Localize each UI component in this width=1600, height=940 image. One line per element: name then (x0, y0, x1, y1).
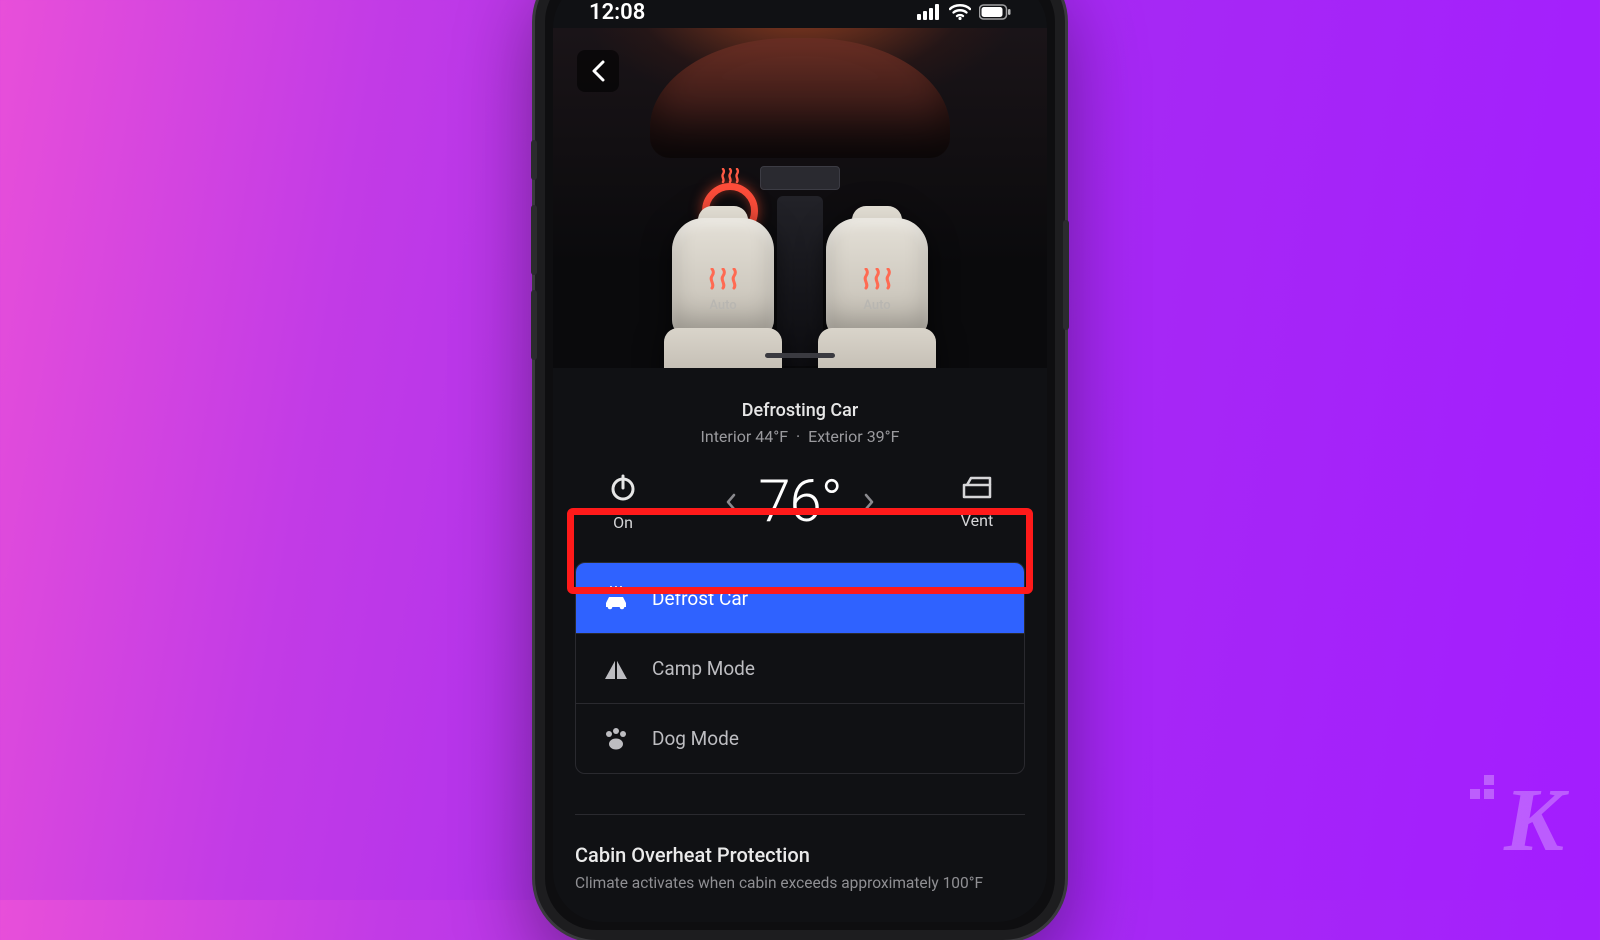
phone-side-button (1063, 220, 1069, 330)
chevron-left-icon (591, 60, 605, 82)
mode-dog[interactable]: Dog Mode (576, 703, 1024, 773)
vent-button[interactable]: Vent (937, 475, 1017, 530)
status-bar: 12:08 (553, 0, 1047, 28)
defrost-icon (602, 585, 630, 611)
cellular-icon (917, 4, 941, 20)
temperature-value[interactable]: 76° (758, 468, 841, 536)
mode-camp[interactable]: Camp Mode (576, 633, 1024, 703)
heat-waves-icon (706, 268, 740, 290)
battery-icon (979, 4, 1011, 20)
drag-handle[interactable] (765, 353, 835, 358)
passenger-seat-heater[interactable]: Auto (818, 218, 936, 368)
chevron-right-icon (863, 493, 875, 511)
phone-side-button (531, 205, 537, 275)
power-label: On (613, 513, 633, 532)
phone-side-button (531, 290, 537, 360)
tent-icon (602, 657, 630, 681)
car-dash-screen (760, 166, 840, 190)
climate-power-toggle[interactable]: On (583, 473, 663, 532)
phone-screen: 12:08 (553, 0, 1047, 922)
seat-mode-label: Auto (709, 298, 736, 313)
exterior-temp: Exterior 39°F (808, 427, 899, 446)
car-roof (650, 38, 950, 158)
driver-seat-heater[interactable]: Auto (664, 218, 782, 368)
phone-side-button (531, 140, 537, 180)
car-visualization[interactable]: Auto Auto (553, 28, 1047, 368)
watermark-logo: K (1504, 769, 1560, 872)
temperature-control: 76° (718, 468, 881, 536)
cabin-overheat-section: Cabin Overheat Protection Climate activa… (575, 814, 1025, 893)
status-time: 12:08 (589, 0, 645, 25)
separator-dot: · (796, 427, 800, 446)
chevron-left-icon (725, 493, 737, 511)
interior-temp: Interior 44°F (701, 427, 789, 446)
temp-increase-button[interactable] (856, 489, 882, 515)
mode-label: Camp Mode (652, 657, 755, 680)
paw-icon (602, 727, 630, 751)
seat-mode-label: Auto (863, 298, 890, 313)
heat-waves-icon (719, 168, 741, 188)
car-center-console (777, 196, 823, 366)
climate-status-title: Defrosting Car (553, 400, 1047, 421)
section-description: Climate activates when cabin exceeds app… (575, 873, 1025, 893)
mode-defrost-car[interactable]: Defrost Car (576, 563, 1024, 633)
mode-label: Dog Mode (652, 727, 739, 750)
section-heading: Cabin Overheat Protection (575, 843, 1025, 867)
wifi-icon (949, 4, 971, 20)
phone-frame: 12:08 (535, 0, 1065, 940)
vent-label: Vent (961, 511, 993, 530)
mode-label: Defrost Car (652, 587, 748, 610)
power-icon (608, 473, 638, 503)
back-button[interactable] (577, 50, 619, 92)
vent-icon (961, 475, 993, 501)
climate-status: Defrosting Car Interior 44°F · Exterior … (553, 400, 1047, 446)
temp-decrease-button[interactable] (718, 489, 744, 515)
heat-waves-icon (860, 268, 894, 290)
climate-modes-list: Defrost Car Camp Mode Dog Mode (575, 562, 1025, 774)
